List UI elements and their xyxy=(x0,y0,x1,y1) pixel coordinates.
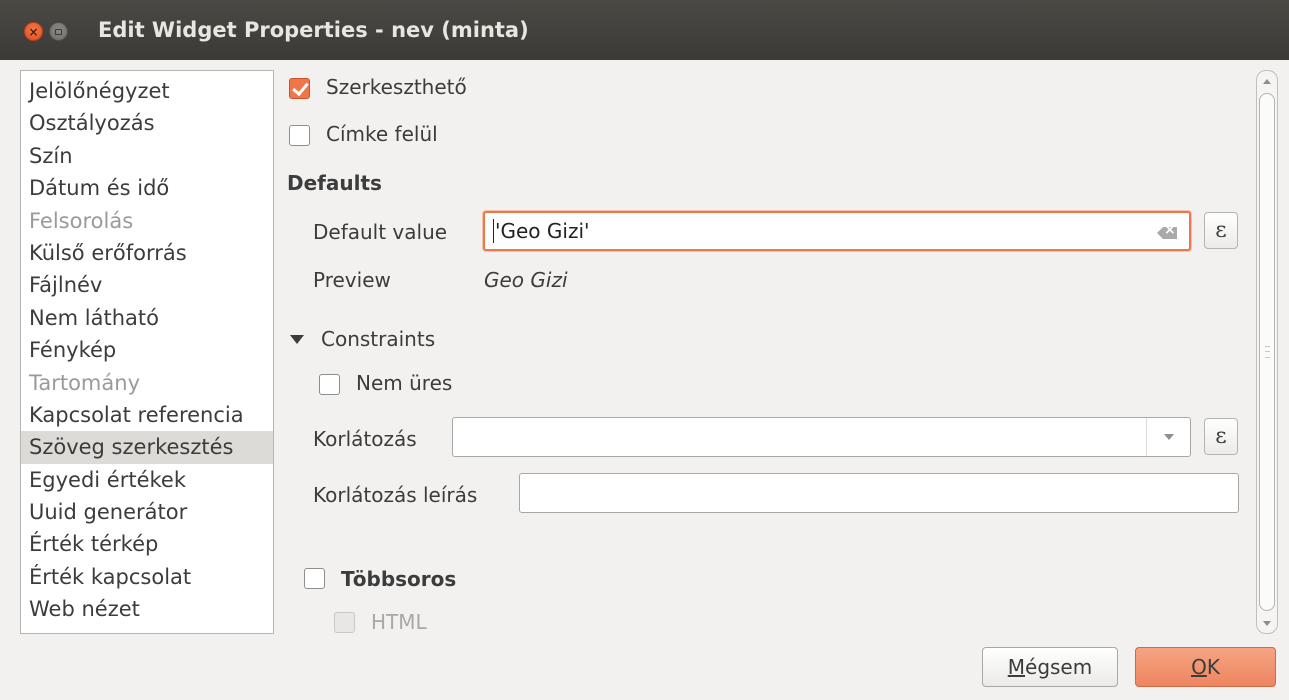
widget-list-item[interactable]: Dátum és idő xyxy=(21,172,273,204)
scrollbar-thumb[interactable] xyxy=(1259,93,1275,611)
widget-list-item[interactable]: Fénykép xyxy=(21,334,273,366)
grip-icon xyxy=(1265,346,1270,358)
widget-list-item[interactable]: Érték kapcsolat xyxy=(21,561,273,593)
constraints-section-title[interactable]: Constraints xyxy=(321,327,435,351)
constraint-expression-button[interactable]: ε xyxy=(1204,418,1238,455)
widget-list-item[interactable]: Fájlnév xyxy=(21,269,273,301)
window-title: Edit Widget Properties - nev (minta) xyxy=(98,18,529,42)
constraint-label: Korlátozás xyxy=(313,427,417,451)
widget-type-list[interactable]: Jelölőnégyzet Osztályozás Szín Dátum és idő… xyxy=(20,70,274,634)
multiline-checkbox[interactable] xyxy=(304,568,325,589)
widget-list-item[interactable]: Érték térkép xyxy=(21,528,273,560)
defaults-section-title: Defaults xyxy=(287,171,382,195)
constraint-combo[interactable] xyxy=(452,417,1191,457)
collapse-triangle-icon[interactable] xyxy=(290,335,304,344)
default-value-text: 'Geo Gizi' xyxy=(495,219,590,243)
default-value-expression-button[interactable]: ε xyxy=(1204,212,1238,249)
ok-label: K xyxy=(1206,655,1220,679)
widget-list-item[interactable]: Uuid generátor xyxy=(21,496,273,528)
ok-mnemonic: O xyxy=(1191,655,1207,679)
scroll-down-arrow-icon[interactable] xyxy=(1257,613,1277,633)
not-null-checkbox[interactable] xyxy=(319,374,340,395)
label-on-top-label[interactable]: Címke felül xyxy=(326,122,438,146)
cancel-label: égsem xyxy=(1025,655,1093,679)
close-window-button[interactable]: × xyxy=(24,22,43,41)
default-value-input[interactable]: 'Geo Gizi' xyxy=(483,211,1191,251)
widget-list-item[interactable]: Osztályozás xyxy=(21,107,273,139)
widget-list-item[interactable]: Jelölőnégyzet xyxy=(21,75,273,107)
title-bar: × Edit Widget Properties - nev (minta) xyxy=(0,0,1289,60)
text-caret xyxy=(493,219,494,243)
editable-label[interactable]: Szerkeszthető xyxy=(326,75,467,99)
widget-list-item[interactable]: Kapcsolat referencia xyxy=(21,399,273,431)
close-icon: × xyxy=(28,24,39,39)
widget-list-item[interactable]: Web nézet xyxy=(21,593,273,625)
constraint-description-label: Korlátozás leírás xyxy=(313,483,478,507)
widget-list-item[interactable]: Nem látható xyxy=(21,302,273,334)
preview-label: Preview xyxy=(313,268,391,292)
widget-list-item[interactable]: Szöveg szerkesztés xyxy=(21,431,273,464)
widget-list-item: Tartomány xyxy=(29,370,140,395)
widget-list-item: Felsorolás xyxy=(29,208,134,233)
multiline-label[interactable]: Többsoros xyxy=(341,567,456,591)
ok-button[interactable]: OK xyxy=(1135,647,1276,687)
editable-checkbox[interactable] xyxy=(289,78,310,99)
minimize-window-button[interactable] xyxy=(49,22,68,41)
vertical-scrollbar[interactable] xyxy=(1256,70,1278,634)
html-label: HTML xyxy=(371,610,427,634)
dropdown-arrow-icon[interactable] xyxy=(1146,418,1190,456)
scroll-up-arrow-icon[interactable] xyxy=(1257,71,1277,91)
constraint-description-input[interactable] xyxy=(519,473,1239,513)
widget-list-item[interactable]: Szín xyxy=(21,140,273,172)
epsilon-icon: ε xyxy=(1215,424,1227,449)
widget-list-item[interactable]: Egyedi értékek xyxy=(21,464,273,496)
minimize-icon xyxy=(55,28,62,35)
label-on-top-checkbox[interactable] xyxy=(289,125,310,146)
html-checkbox[interactable] xyxy=(334,612,355,633)
cancel-button[interactable]: Mégsem xyxy=(982,647,1118,687)
epsilon-icon: ε xyxy=(1215,218,1227,243)
clear-icon[interactable] xyxy=(1157,227,1177,239)
cancel-mnemonic: M xyxy=(1007,655,1026,679)
preview-value: Geo Gizi xyxy=(484,268,568,292)
default-value-label: Default value xyxy=(313,220,448,244)
widget-list-item[interactable]: Külső erőforrás xyxy=(21,237,273,269)
not-null-label[interactable]: Nem üres xyxy=(356,371,452,395)
